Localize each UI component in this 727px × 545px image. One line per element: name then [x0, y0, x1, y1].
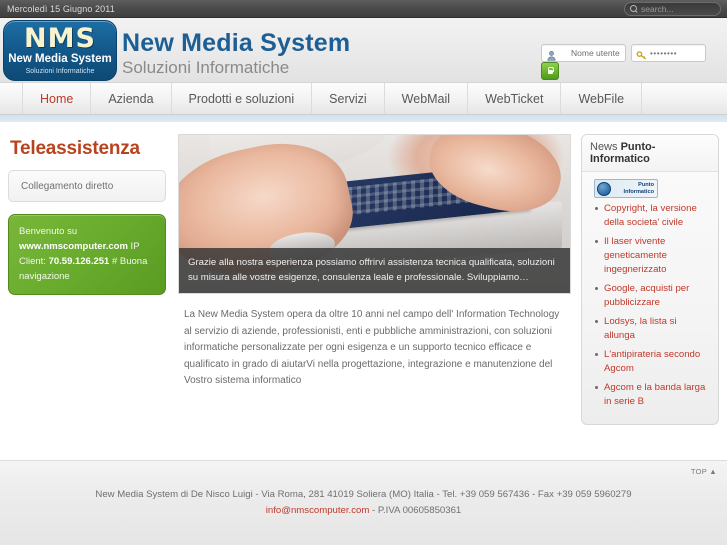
direct-link-label: Collegamento diretto [21, 180, 114, 192]
hero-caption: Grazie alla nostra esperienza possiamo o… [179, 248, 570, 293]
brand-subtitle: Soluzioni Informatiche [122, 58, 290, 77]
news-item[interactable]: Google, acquisti per pubblicizzare [595, 282, 710, 310]
globe-icon [597, 181, 611, 196]
brand-title: New Media System [122, 29, 351, 57]
search-icon [630, 4, 638, 13]
news-header-prefix: News [590, 141, 621, 153]
nav-item-webfile[interactable]: WebFile [561, 83, 643, 114]
login-form: Nome utente •••••••• [541, 44, 711, 80]
logo-nms[interactable]: NMS New Media System Soluzioni Informati… [3, 20, 117, 81]
news-item[interactable]: L'antipirateria secondo Agcom [595, 348, 710, 376]
news-item[interactable]: Il laser vivente geneticamente ingegneri… [595, 235, 710, 277]
footer-contact-line: info@nmscomputer.com - P.IVA 00605850361 [0, 503, 727, 519]
nav-item-servizi[interactable]: Servizi [312, 83, 385, 114]
lock-icon [546, 67, 554, 75]
footer-vat: - P.IVA 00605850361 [369, 505, 462, 516]
username-value[interactable]: Nome utente [571, 48, 620, 58]
nav-item-home[interactable]: Home [22, 83, 92, 114]
logo-line-2: New Media System [8, 52, 112, 65]
welcome-box: Benvenuto su www.nmscomputer.com IP Clie… [8, 214, 166, 295]
top-date-bar: Mercoledì 15 Giugno 2011 search... [0, 0, 727, 18]
welcome-site: www.nmscomputer.com [19, 241, 128, 252]
right-sidebar: News Punto-Informatico Punto Informatico… [581, 122, 727, 471]
news-list: Copyright, la versione della societa' ci… [582, 202, 718, 424]
nav-underline [0, 115, 727, 122]
nav-item-azienda[interactable]: Azienda [91, 83, 172, 114]
username-field[interactable]: Nome utente [541, 44, 626, 62]
password-value[interactable]: •••••••• [650, 49, 677, 58]
left-sidebar: Teleassistenza Collegamento diretto Benv… [0, 122, 172, 471]
punto-informatico-logo-text: Punto Informatico [614, 182, 657, 194]
welcome-line-1: Benvenuto su [19, 226, 78, 237]
login-submit-button[interactable] [541, 62, 559, 80]
page-root: Mercoledì 15 Giugno 2011 search... NMS N… [0, 0, 727, 545]
content-area: Teleassistenza Collegamento diretto Benv… [0, 122, 727, 471]
search-input[interactable]: search... [641, 3, 674, 15]
footer-text: New Media System di De Nisco Luigi - Via… [0, 487, 727, 519]
nav-item-webmail[interactable]: WebMail [385, 83, 469, 114]
nav-item-prodotti-e-soluzioni[interactable]: Prodotti e soluzioni [172, 83, 313, 114]
news-panel: News Punto-Informatico Punto Informatico… [581, 134, 719, 425]
punto-informatico-logo: Punto Informatico [594, 179, 658, 198]
pi-logo-line-1: Punto [638, 182, 654, 189]
logo-line-3: Soluzioni Informatiche [25, 67, 95, 75]
pi-logo-line-2: Informatico [623, 188, 654, 195]
back-to-top-link[interactable]: TOP ▲ [0, 461, 727, 476]
news-item[interactable]: Lodsys, la lista si allunga [595, 315, 710, 343]
footer-address-line: New Media System di De Nisco Luigi - Via… [95, 489, 632, 500]
site-header: NMS New Media System Soluzioni Informati… [0, 18, 727, 83]
password-field[interactable]: •••••••• [631, 44, 706, 62]
key-icon [636, 48, 647, 59]
welcome-ip: 70.59.126.251 [48, 256, 110, 267]
intro-paragraph: La New Media System opera da oltre 10 an… [184, 309, 560, 386]
current-date: Mercoledì 15 Giugno 2011 [7, 3, 115, 14]
news-item[interactable]: Agcom e la banda larga in serie B [595, 381, 710, 409]
hero-image[interactable]: Grazie alla nostra esperienza possiamo o… [178, 134, 571, 294]
brand-block: New Media System Soluzioni Informatiche [122, 29, 351, 78]
direct-link-button[interactable]: Collegamento diretto [8, 170, 166, 202]
logo-mark: NMS [24, 22, 96, 54]
news-panel-header: News Punto-Informatico [582, 135, 718, 172]
nav-item-webticket[interactable]: WebTicket [468, 83, 562, 114]
main-navigation: Home Azienda Prodotti e soluzioni Serviz… [0, 83, 727, 115]
teleassistenza-heading: Teleassistenza [10, 138, 140, 159]
footer-email-link[interactable]: info@nmscomputer.com [266, 505, 370, 516]
user-icon [546, 48, 557, 61]
main-column: Grazie alla nostra esperienza possiamo o… [172, 122, 581, 471]
site-footer: TOP ▲ New Media System di De Nisco Luigi… [0, 460, 727, 545]
search-box[interactable]: search... [624, 1, 721, 16]
news-item[interactable]: Copyright, la versione della societa' ci… [595, 202, 710, 230]
